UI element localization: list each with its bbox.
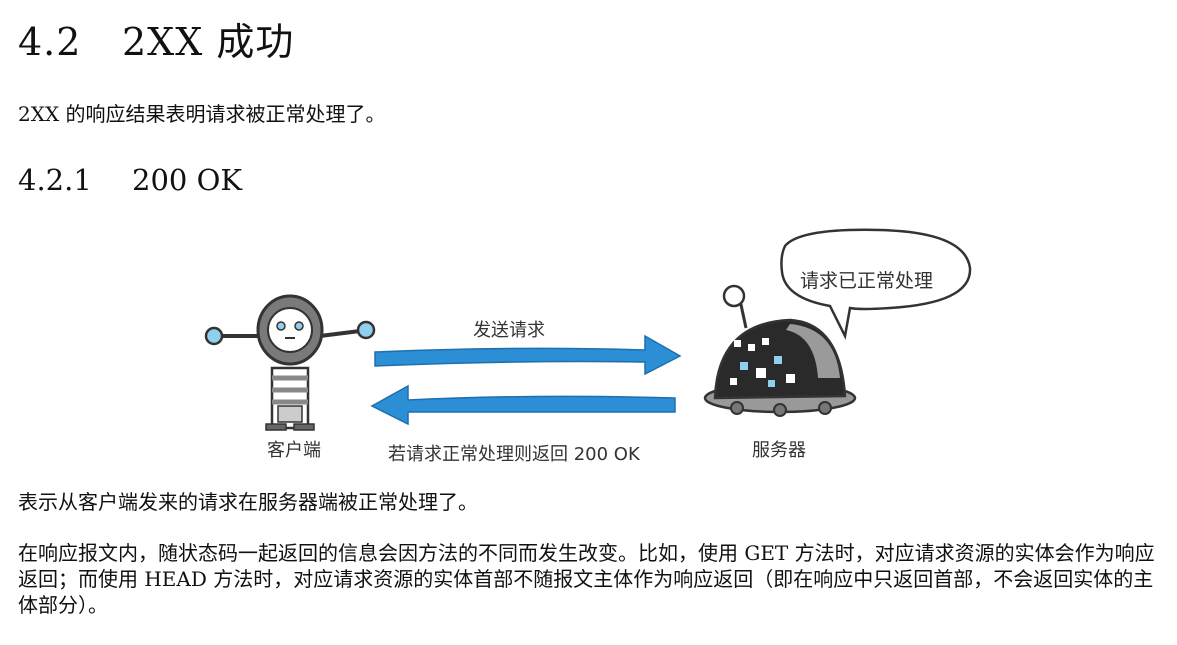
illustration: 请求已正常处理 发送请求 若请求正常处理则返回 200 OK 客户端 服务器 — [190, 228, 990, 478]
section-number: 4.2 — [18, 20, 82, 64]
subsection-title: 200 OK — [132, 163, 243, 197]
request-arrow-label: 发送请求 — [473, 320, 545, 341]
response-arrow — [370, 384, 676, 426]
intro-text: 2XX 的响应结果表明请求被正常处理了。 — [18, 102, 386, 126]
document-page: 4.2 2XX 成功 2XX 的响应结果表明请求被正常处理了。 4.2.1 200 … — [0, 0, 1177, 645]
figure-caption: 表示从客户端发来的请求在服务器端被正常处理了。 — [18, 490, 478, 514]
server-label: 服务器 — [752, 440, 806, 461]
speech-bubble-text: 请求已正常处理 — [800, 270, 934, 292]
body-paragraph: 在响应报文内，随状态码一起返回的信息会因方法的不同而发生改变。比如，使用 GET… — [18, 541, 1155, 617]
client-robot-icon — [204, 294, 376, 431]
client-label: 客户端 — [267, 440, 321, 461]
section-heading: 4.2 2XX 成功 — [18, 18, 294, 66]
subsection-number: 4.2.1 — [18, 163, 92, 197]
response-arrow-label: 若请求正常处理则返回 200 OK — [388, 444, 640, 465]
subsection-heading: 4.2.1 200 OK — [18, 160, 242, 200]
section-title: 2XX 成功 — [122, 20, 295, 64]
